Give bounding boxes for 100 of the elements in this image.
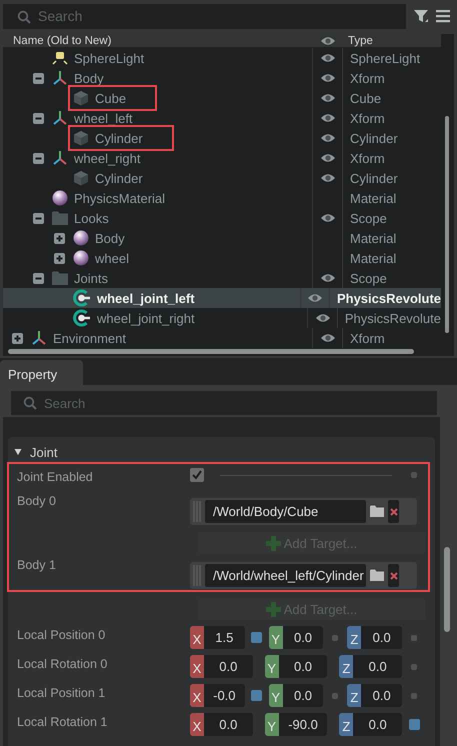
number-field[interactable]: 0.0 [353, 655, 402, 678]
number-field[interactable]: 0.0 [361, 626, 402, 649]
expand-icon[interactable] [54, 232, 65, 244]
cube-icon [73, 90, 89, 106]
visibility-icon[interactable] [320, 72, 336, 84]
number-field[interactable]: 0.0 [278, 655, 328, 678]
number-field[interactable]: -90.0 [278, 713, 328, 736]
axis-label: Z [347, 684, 362, 707]
visibility-icon[interactable] [320, 112, 336, 124]
path-field[interactable]: /World/Body/Cube [205, 500, 366, 523]
axis-label: Z [339, 713, 354, 736]
column-header[interactable]: Type [348, 34, 373, 46]
prim-name[interactable]: wheel_joint_right [97, 310, 195, 326]
remove-button[interactable] [388, 500, 399, 523]
prim-name[interactable]: wheel_left [74, 110, 133, 126]
axis-label: X [190, 684, 204, 707]
eye-icon [320, 34, 336, 46]
prim-name[interactable]: Environment [53, 330, 126, 346]
axis-label: Y [268, 626, 283, 649]
property-label: Body 0 [17, 494, 56, 508]
expand-icon[interactable] [12, 332, 23, 344]
axes-icon [52, 150, 68, 166]
collapse-icon[interactable] [33, 272, 44, 284]
number-field[interactable]: 0.0 [282, 626, 324, 649]
axis-label: Y [264, 713, 279, 736]
search-field[interactable]: Search [3, 4, 406, 28]
search-icon [23, 396, 37, 410]
visibility-icon[interactable] [320, 92, 336, 104]
prim-name[interactable]: Looks [74, 210, 109, 226]
expand-icon[interactable] [54, 252, 65, 264]
number-field[interactable]: 1.5 [204, 626, 245, 649]
number-field[interactable]: -0.0 [204, 684, 245, 707]
folder-icon[interactable] [370, 569, 384, 582]
prim-name[interactable]: wheel_joint_left [97, 290, 195, 306]
joint-icon [73, 289, 91, 307]
axis-label: X [190, 713, 204, 736]
visibility-icon[interactable] [320, 332, 336, 344]
checkbox[interactable] [190, 468, 204, 482]
sphere-icon [73, 250, 89, 266]
cube-icon [73, 170, 89, 186]
scrollbar[interactable] [444, 547, 450, 632]
visibility-icon[interactable] [320, 172, 336, 184]
collapse-icon[interactable] [33, 152, 44, 164]
plus-icon [266, 602, 281, 616]
prim-name[interactable]: wheel_right [74, 150, 140, 166]
section-title[interactable]: Joint [30, 444, 58, 460]
visibility-icon[interactable] [320, 152, 336, 164]
close-icon [390, 508, 398, 516]
axis-label: Y [268, 684, 283, 707]
collapse-triangle-icon[interactable] [14, 448, 22, 456]
remove-button[interactable] [388, 564, 399, 587]
axis-label: Z [347, 626, 362, 649]
sphere-icon [73, 230, 89, 246]
column-header[interactable]: Name (Old to New) [13, 34, 112, 46]
prim-name[interactable]: Cylinder [95, 170, 143, 186]
collapse-icon[interactable] [33, 212, 44, 224]
filter-icon [414, 9, 428, 23]
visibility-icon[interactable] [314, 312, 331, 324]
visibility-icon[interactable] [320, 212, 336, 224]
panel-tab[interactable]: Property [0, 360, 83, 385]
property-label: Local Position 0 [17, 628, 106, 642]
prim-name[interactable]: PhysicsMaterial [74, 190, 166, 206]
prim-name[interactable]: Body [95, 230, 125, 246]
visibility-icon[interactable] [320, 52, 336, 64]
collapse-icon[interactable] [33, 112, 44, 124]
close-icon [390, 572, 398, 580]
prim-name[interactable]: Body [74, 70, 104, 86]
prim-name[interactable]: Cube [95, 90, 126, 106]
collapse-icon[interactable] [33, 72, 44, 84]
axis-label: X [190, 655, 204, 678]
visibility-icon[interactable] [320, 132, 336, 144]
prim-type: Xform [350, 70, 385, 86]
prim-name[interactable]: Joints [74, 270, 108, 286]
scrollbar[interactable] [445, 116, 449, 333]
number-field[interactable]: 0.0 [282, 684, 324, 707]
scrollbar[interactable] [8, 349, 414, 354]
number-field[interactable]: 0.0 [353, 713, 402, 736]
search-field[interactable]: Search [11, 391, 437, 415]
visibility-icon[interactable] [320, 272, 336, 284]
folder-icon[interactable] [370, 505, 384, 518]
plus-icon [266, 536, 281, 550]
prim-name[interactable]: Cylinder [95, 130, 143, 146]
number-field[interactable]: 0.0 [361, 684, 402, 707]
prim-type: Cylinder [350, 130, 398, 146]
prim-type: Material [350, 190, 396, 206]
path-field[interactable]: /World/wheel_left/Cylinder [205, 564, 366, 587]
prim-name[interactable]: SphereLight [74, 50, 144, 66]
folder-icon [52, 210, 68, 226]
selected-row[interactable]: wheel_joint_left PhysicsRevolute [3, 288, 441, 308]
number-field[interactable]: 0.0 [204, 655, 253, 678]
prim-type: Cube [350, 90, 382, 106]
prim-name[interactable]: wheel [95, 250, 129, 266]
modified-indicator[interactable] [251, 690, 262, 701]
property-label: Body 1 [17, 558, 56, 572]
number-field[interactable]: 0.0 [204, 713, 253, 736]
visibility-icon[interactable] [307, 292, 324, 304]
property-label: Local Rotation 1 [17, 715, 108, 729]
light-icon [52, 50, 68, 66]
modified-indicator[interactable] [251, 632, 262, 643]
modified-indicator[interactable] [408, 719, 420, 730]
